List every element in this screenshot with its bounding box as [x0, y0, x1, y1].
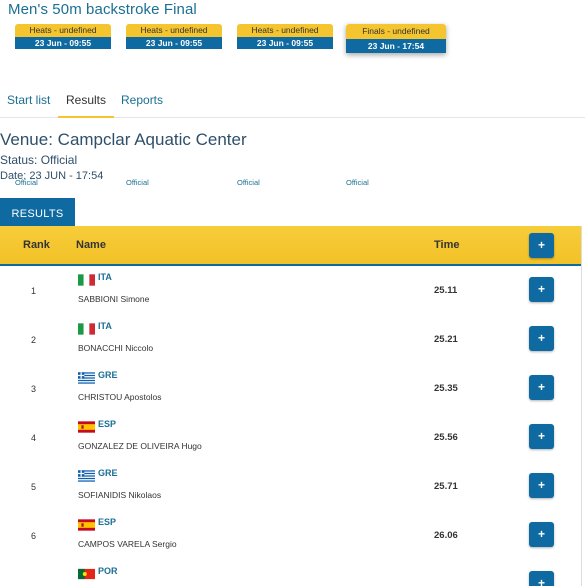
- time-cell: 25.11: [434, 285, 458, 296]
- heat-status: Official: [126, 178, 149, 187]
- rank-cell: 5: [31, 482, 37, 492]
- heat-label: Heats - undefined: [237, 24, 333, 37]
- heat-label: Heats - undefined: [126, 24, 222, 37]
- time-cell: 25.56: [434, 432, 458, 443]
- time-cell: 26.06: [434, 530, 458, 541]
- time-cell: 25.71: [434, 481, 458, 492]
- tab-bar: Start list Results Reports: [0, 88, 585, 118]
- heat-card-2[interactable]: Heats - undefined 23 Jun - 09:55 Officia…: [126, 24, 222, 187]
- tab-reports[interactable]: Reports: [121, 88, 163, 116]
- status-label: Status: Official: [0, 153, 78, 167]
- name-header: Name: [76, 239, 106, 251]
- rank-cell: 1: [31, 286, 37, 296]
- heat-label: Heats - undefined: [15, 24, 111, 37]
- venue-label: Venue: Campclar Aquatic Center: [0, 130, 247, 149]
- athlete-name: SOFIANIDIS Nikolaos: [78, 490, 162, 500]
- italy-flag-icon: [78, 274, 95, 286]
- rank-cell: 3: [31, 384, 37, 394]
- country-code: ESP: [98, 517, 117, 527]
- greece-flag-icon: [78, 372, 95, 384]
- athlete-name: SABBIONI Simone: [78, 294, 150, 304]
- heat-card-final[interactable]: Finals - undefined 23 Jun - 17:54 Offici…: [346, 24, 446, 187]
- heat-card-1[interactable]: Heats - undefined 23 Jun - 09:55 Officia…: [15, 24, 111, 187]
- rank-cell: 4: [31, 433, 37, 443]
- athlete-name: CAMPOS VARELA Sergio: [78, 539, 177, 549]
- heat-date: 23 Jun - 09:55: [237, 37, 333, 49]
- athlete-name: GONZALEZ DE OLIVEIRA Hugo: [78, 441, 202, 451]
- spain-flag-icon: [78, 519, 95, 531]
- table-row: 4 ESP GONZALEZ DE OLIVEIRA Hugo 25.56 +: [0, 413, 581, 463]
- rank-cell: 2: [31, 335, 37, 345]
- results-table: Rank Name Time + 1 ITA SABBIONI Simone 2…: [0, 226, 582, 586]
- time-header: Time: [434, 239, 460, 251]
- athlete-name: BONACCHI Niccolo: [78, 343, 154, 353]
- expand-row-button[interactable]: +: [529, 424, 554, 449]
- italy-flag-icon: [78, 323, 95, 335]
- expand-row-button[interactable]: +: [529, 571, 554, 586]
- event-title: Men's 50m backstroke Final: [8, 1, 197, 18]
- country-code: GRE: [98, 370, 118, 380]
- expand-row-button[interactable]: +: [529, 326, 554, 351]
- expand-row-button[interactable]: +: [529, 375, 554, 400]
- table-row: 1 ITA SABBIONI Simone 25.11 +: [0, 266, 581, 316]
- table-row: 3 GRE CHRISTOU Apostolos 25.35 +: [0, 364, 581, 414]
- athlete-name: CHRISTOU Apostolos: [78, 392, 162, 402]
- heat-date: 23 Jun - 09:55: [15, 37, 111, 49]
- country-code: ITA: [98, 272, 112, 282]
- heat-status: Official: [237, 178, 260, 187]
- spain-flag-icon: [78, 421, 95, 433]
- portugal-flag-icon: [78, 568, 95, 580]
- table-row: 5 GRE SOFIANIDIS Nikolaos 25.71 +: [0, 462, 581, 512]
- results-tab[interactable]: RESULTS: [0, 198, 75, 228]
- table-row: 2 ITA BONACCHI Niccolo 25.21 +: [0, 315, 581, 365]
- rank-header: Rank: [23, 239, 50, 251]
- tab-start-list[interactable]: Start list: [7, 88, 50, 116]
- time-cell: 25.21: [434, 334, 458, 345]
- heat-date: 23 Jun - 17:54: [346, 39, 446, 53]
- rank-cell: 6: [31, 531, 37, 541]
- heat-date: 23 Jun - 09:55: [126, 37, 222, 49]
- heat-card-3[interactable]: Heats - undefined 23 Jun - 09:55 Officia…: [237, 24, 333, 187]
- expand-row-button[interactable]: +: [529, 277, 554, 302]
- country-code: ESP: [98, 419, 117, 429]
- time-cell: 25.35: [434, 383, 458, 394]
- table-row: 6 ESP CAMPOS VARELA Sergio 26.06 +: [0, 511, 581, 561]
- heat-label: Finals - undefined: [346, 24, 446, 39]
- expand-all-button[interactable]: +: [529, 233, 554, 258]
- heat-status: Official: [346, 178, 369, 187]
- country-code: ITA: [98, 321, 112, 331]
- table-row: POR +: [0, 560, 581, 586]
- expand-row-button[interactable]: +: [529, 522, 554, 547]
- date-label: Date: 23 JUN - 17:54: [0, 170, 104, 182]
- country-code: POR: [98, 566, 118, 576]
- expand-row-button[interactable]: +: [529, 473, 554, 498]
- country-code: GRE: [98, 468, 118, 478]
- greece-flag-icon: [78, 470, 95, 482]
- tab-results[interactable]: Results: [58, 88, 115, 118]
- table-header: Rank Name Time +: [0, 226, 581, 266]
